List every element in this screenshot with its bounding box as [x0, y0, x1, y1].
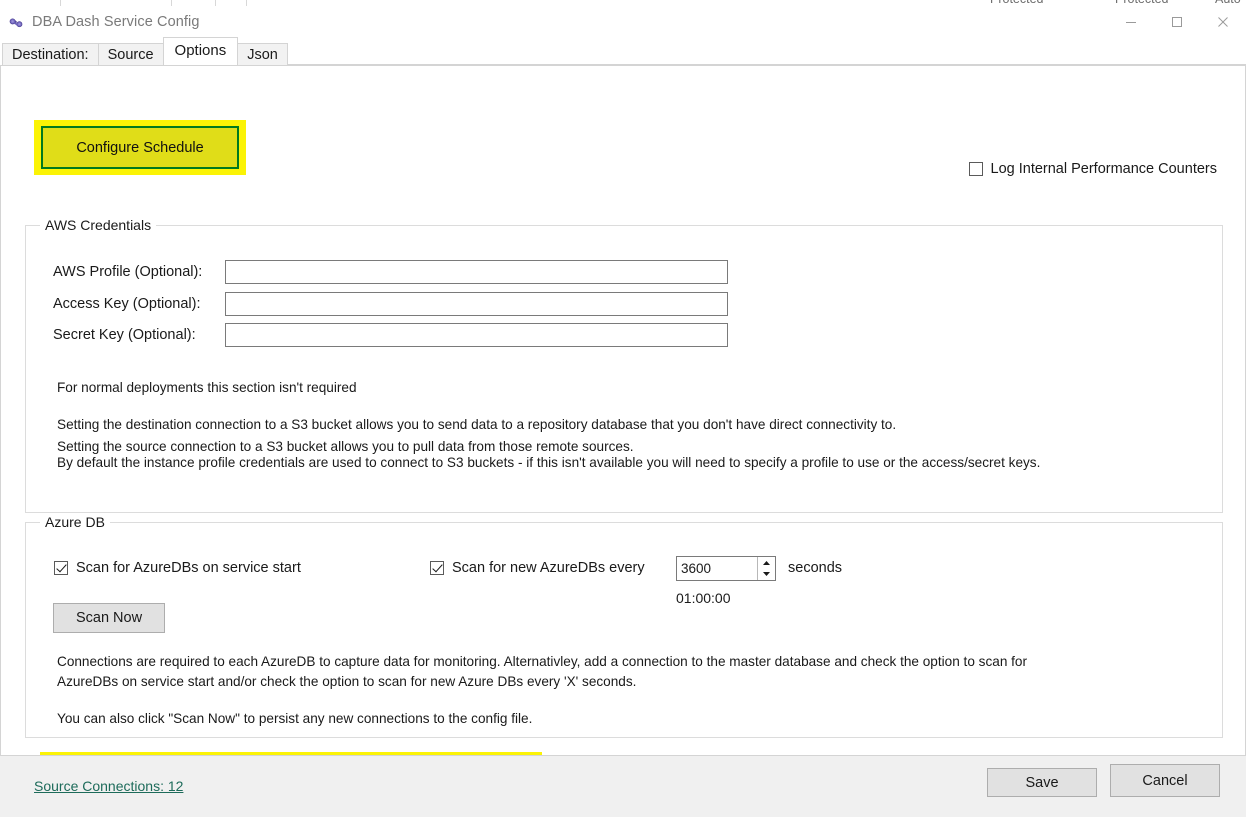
aws-profile-row: AWS Profile (Optional): — [53, 260, 728, 284]
scan-interval-decrement-icon[interactable] — [758, 569, 775, 581]
scan-on-service-start-checkbox[interactable] — [54, 561, 68, 575]
log-internal-performance-counters-checkbox[interactable] — [969, 162, 983, 176]
close-icon[interactable] — [1200, 6, 1246, 38]
cancel-button[interactable]: Cancel — [1110, 764, 1220, 797]
source-connections-link[interactable]: Source Connections: 12 — [34, 778, 183, 794]
secret-key-row: Secret Key (Optional): — [53, 323, 728, 347]
secret-key-label: Secret Key (Optional): — [53, 327, 225, 343]
scan-every-checkbox[interactable] — [430, 561, 444, 575]
tab-options[interactable]: Options — [163, 37, 239, 65]
azure-note-1: Connections are required to each AzureDB… — [57, 652, 1027, 672]
aws-note-2: Setting the destination connection to a … — [57, 415, 896, 435]
aws-note-1: For normal deployments this section isn'… — [57, 378, 357, 398]
access-key-label: Access Key (Optional): — [53, 296, 225, 312]
log-internal-performance-counters-row[interactable]: Log Internal Performance Counters — [969, 161, 1218, 177]
window-controls — [1108, 6, 1246, 38]
azure-db-group: Azure DB — [25, 522, 1223, 738]
log-internal-performance-counters-label: Log Internal Performance Counters — [991, 161, 1218, 177]
configure-schedule-button[interactable]: Configure Schedule — [41, 126, 239, 169]
gears-puzzle-icon — [8, 14, 25, 31]
scan-on-service-start-label: Scan for AzureDBs on service start — [76, 560, 301, 576]
scan-on-service-start-row[interactable]: Scan for AzureDBs on service start — [54, 560, 301, 576]
aws-note-4: By default the instance profile credenti… — [57, 453, 1040, 473]
scan-interval-formatted: 01:00:00 — [676, 590, 731, 606]
options-tab-page: Configure Schedule Log Internal Performa… — [0, 66, 1246, 783]
access-key-row: Access Key (Optional): — [53, 292, 728, 316]
scan-interval-units-label: seconds — [788, 560, 842, 576]
access-key-input[interactable] — [225, 292, 728, 316]
scan-interval-stepper-buttons — [757, 557, 775, 580]
azure-note-2: AzureDBs on service start and/or check t… — [57, 672, 636, 692]
scan-interval-stepper[interactable]: 3600 — [676, 556, 776, 581]
scan-interval-increment-icon[interactable] — [758, 557, 775, 569]
scan-interval-value[interactable]: 3600 — [677, 557, 757, 580]
aws-profile-label: AWS Profile (Optional): — [53, 264, 225, 280]
azure-db-group-title: Azure DB — [40, 514, 110, 530]
maximize-icon[interactable] — [1154, 6, 1200, 38]
azure-note-3: You can also click "Scan Now" to persist… — [57, 709, 532, 729]
service-config-window: DBA Dash Service Config Destination: Sou… — [0, 6, 1246, 817]
tab-strip: Destination: Source Options Json — [0, 38, 1246, 66]
save-button[interactable]: Save — [987, 768, 1097, 797]
scan-every-label: Scan for new AzureDBs every — [452, 560, 645, 576]
scan-now-button[interactable]: Scan Now — [53, 603, 165, 633]
window-footer: Source Connections: 12 Save Cancel — [0, 755, 1246, 817]
tab-json[interactable]: Json — [237, 43, 288, 65]
window-title: DBA Dash Service Config — [32, 14, 200, 30]
secret-key-input[interactable] — [225, 323, 728, 347]
window-titlebar: DBA Dash Service Config — [0, 6, 1246, 38]
minimize-icon[interactable] — [1108, 6, 1154, 38]
aws-profile-input[interactable] — [225, 260, 728, 284]
scan-every-row[interactable]: Scan for new AzureDBs every — [430, 560, 645, 576]
tab-destination[interactable]: Destination: — [2, 43, 99, 65]
tab-source[interactable]: Source — [98, 43, 164, 65]
tab-strip-filler — [287, 42, 1246, 65]
aws-credentials-group-title: AWS Credentials — [40, 217, 156, 233]
